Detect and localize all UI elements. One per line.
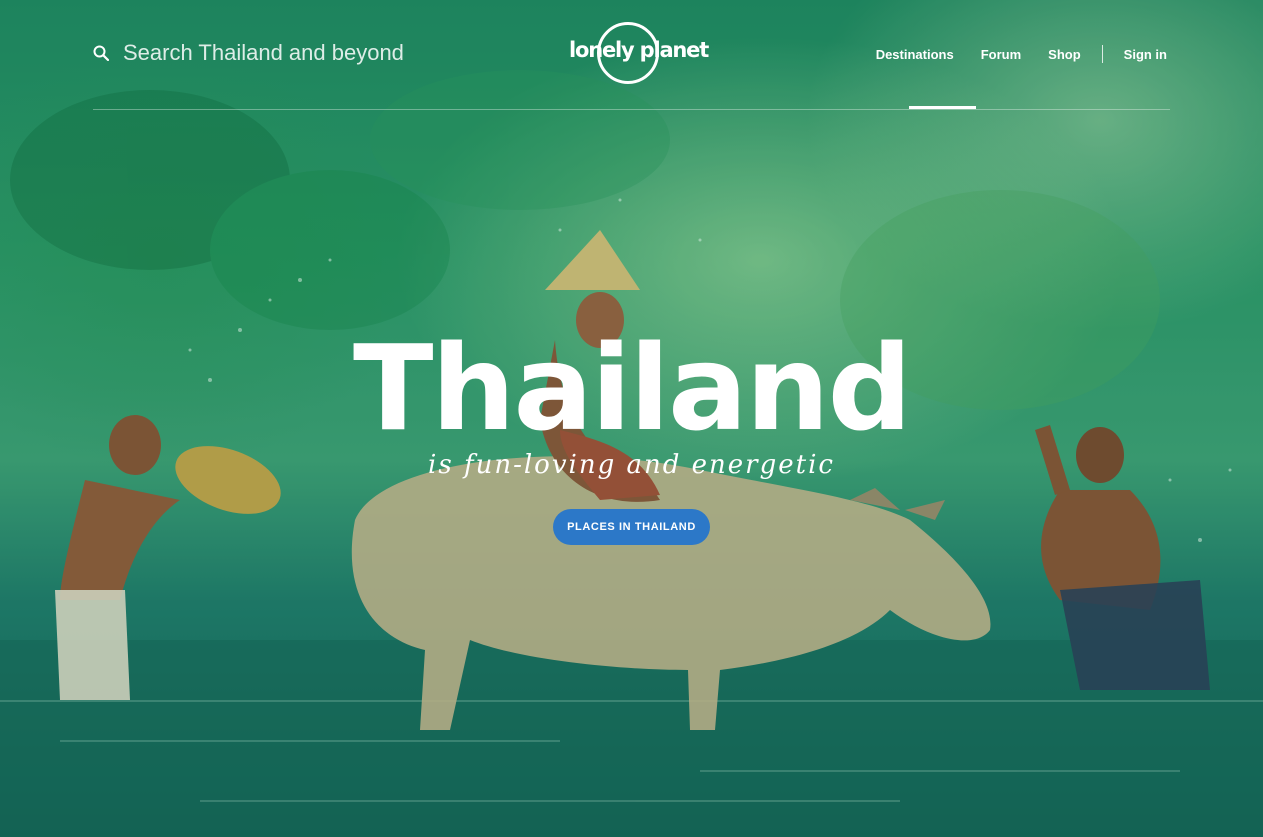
search-bar[interactable] bbox=[93, 38, 443, 68]
main-nav: Destinations Forum Shop Sign in bbox=[876, 45, 1167, 63]
places-in-thailand-button[interactable]: PLACES IN THAILAND bbox=[553, 509, 710, 545]
hero-section: lonely planet Destinations Forum Shop Si… bbox=[0, 0, 1263, 837]
top-navigation-bar: lonely planet Destinations Forum Shop Si… bbox=[93, 0, 1170, 110]
hero-subtitle: is fun-loving and energetic bbox=[428, 450, 835, 480]
nav-item-forum[interactable]: Forum bbox=[981, 47, 1021, 62]
nav-item-shop[interactable]: Shop bbox=[1048, 47, 1081, 62]
search-icon[interactable] bbox=[93, 45, 110, 62]
lonely-planet-logo[interactable]: lonely planet bbox=[569, 22, 709, 86]
nav-divider bbox=[1101, 45, 1103, 63]
hero-title: Thailand bbox=[352, 319, 912, 457]
sign-in-link[interactable]: Sign in bbox=[1124, 47, 1167, 62]
nav-item-destinations[interactable]: Destinations bbox=[876, 47, 954, 62]
logo-text: lonely planet bbox=[569, 38, 709, 62]
search-input[interactable] bbox=[123, 40, 443, 66]
nav-active-indicator bbox=[909, 106, 976, 109]
